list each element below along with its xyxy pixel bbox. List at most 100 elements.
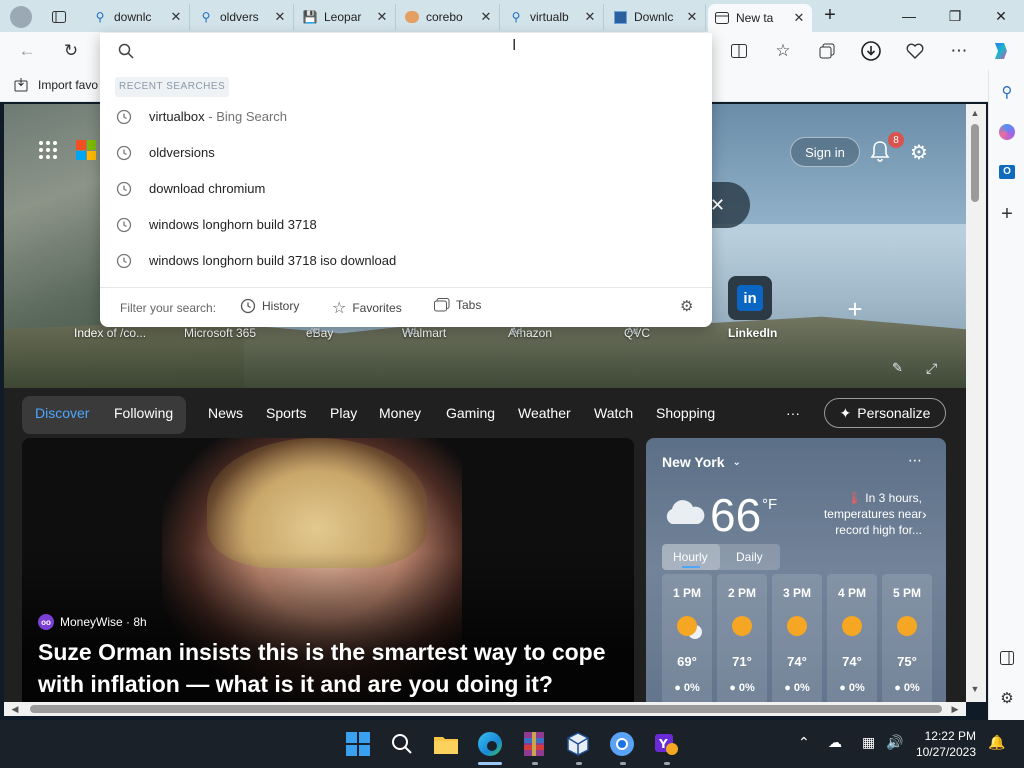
personalize-button[interactable]: ✦ Personalize: [824, 398, 946, 428]
filter-tabs-button[interactable]: Tabs: [434, 298, 481, 312]
search-icon[interactable]: ⚲: [993, 78, 1021, 106]
recent-search-item[interactable]: windows longhorn build 3718: [100, 207, 712, 243]
scroll-down-arrow-icon[interactable]: ▼: [968, 684, 982, 698]
weather-card[interactable]: New York ⌄ ⋯ 66 °F 🌡 In 3 hours, tempera…: [646, 438, 946, 702]
toggle-daily[interactable]: Daily: [736, 550, 763, 564]
edge-browser-icon[interactable]: [474, 728, 506, 760]
close-window-button[interactable]: ✕: [978, 0, 1024, 32]
chrome-icon[interactable]: [606, 728, 638, 760]
copilot-sidebar-icon[interactable]: [993, 118, 1021, 146]
tab-play[interactable]: Play: [330, 405, 357, 421]
recent-search-item[interactable]: windows longhorn build 3718 iso download: [100, 243, 712, 279]
copilot-icon[interactable]: [986, 36, 1016, 66]
taskbar-search-icon[interactable]: [386, 728, 418, 760]
taskbar-clock[interactable]: 12:22 PM 10/27/2023: [906, 728, 976, 760]
recent-search-item[interactable]: virtualbox - Bing Search: [100, 99, 712, 135]
chevron-right-icon[interactable]: ›: [922, 506, 927, 522]
close-icon[interactable]: ✕: [583, 9, 597, 25]
close-icon[interactable]: ✕: [685, 9, 699, 25]
tab-money[interactable]: Money: [379, 405, 421, 421]
forecast-hour[interactable]: 1 PM 69° ● 0%: [662, 574, 712, 702]
linkedin-tile[interactable]: in: [728, 276, 772, 320]
tab-shopping[interactable]: Shopping: [656, 405, 715, 421]
scrollbar-thumb[interactable]: [30, 705, 942, 713]
network-volume-icon[interactable]: 🔊: [886, 734, 903, 751]
tab-news[interactable]: News: [208, 405, 243, 421]
new-tab-button[interactable]: +: [818, 4, 842, 28]
tab-new-tab[interactable]: New ta ✕: [708, 4, 812, 32]
weather-location[interactable]: New York ⌄: [662, 454, 741, 470]
add-shortcut-icon[interactable]: +: [842, 296, 868, 324]
favorites-star-icon[interactable]: ☆: [768, 36, 798, 66]
recent-search-item[interactable]: oldversions: [100, 135, 712, 171]
vertical-scrollbar[interactable]: ▲ ▼: [966, 104, 986, 702]
notification-bell-icon[interactable]: 🔔: [988, 734, 1005, 751]
close-icon[interactable]: ✕: [479, 9, 493, 25]
edit-background-icon[interactable]: ✎: [892, 360, 910, 378]
expand-icon[interactable]: ⤢: [926, 360, 944, 378]
forecast-hour[interactable]: 4 PM 74° ● 0%: [827, 574, 877, 702]
hide-sidebar-icon[interactable]: [993, 644, 1021, 672]
tab-discover[interactable]: Discover: [35, 405, 89, 421]
winrar-icon[interactable]: [518, 728, 550, 760]
scroll-left-arrow-icon[interactable]: ◀: [8, 702, 22, 716]
onedrive-cloud-icon[interactable]: ☁: [828, 734, 842, 751]
horizontal-scrollbar[interactable]: ◀ ▶: [4, 702, 966, 716]
tab-leopard[interactable]: 💾 Leopar ✕: [296, 4, 396, 30]
profile-avatar[interactable]: [10, 6, 32, 28]
tab-downloads-search[interactable]: ⚲ downlc ✕: [86, 4, 190, 30]
address-input[interactable]: [144, 37, 694, 65]
search-settings-gear-icon[interactable]: ⚙: [680, 299, 696, 315]
collections-icon[interactable]: [812, 36, 842, 66]
close-icon[interactable]: ✕: [792, 10, 806, 26]
tab-coreboot[interactable]: corebo ✕: [398, 4, 500, 30]
downloads-icon[interactable]: [856, 36, 886, 66]
weather-more-icon[interactable]: ⋯: [908, 452, 922, 469]
more-tabs-icon[interactable]: ···: [786, 405, 800, 421]
close-icon[interactable]: ✕: [169, 9, 183, 25]
scroll-right-arrow-icon[interactable]: ▶: [948, 702, 962, 716]
tab-following[interactable]: Following: [114, 405, 173, 421]
filter-history-button[interactable]: History: [240, 298, 299, 314]
minimize-button[interactable]: —: [886, 0, 932, 32]
sidebar-settings-gear-icon[interactable]: ⚙: [993, 684, 1021, 712]
page-settings-gear-icon[interactable]: ⚙: [910, 140, 932, 164]
sign-in-button[interactable]: Sign in: [790, 137, 860, 167]
tab-oldversions-search[interactable]: ⚲ oldvers ✕: [192, 4, 294, 30]
forecast-hour[interactable]: 5 PM 75° ● 0%: [882, 574, 932, 702]
add-sidebar-app-icon[interactable]: +: [993, 200, 1021, 228]
tab-download-page[interactable]: Downlc ✕: [606, 4, 706, 30]
hero-article-card[interactable]: oo MoneyWise · 8h Suze Orman insists thi…: [22, 438, 634, 702]
tab-virtualbox-search[interactable]: ⚲ virtualb ✕: [502, 4, 604, 30]
tab-gaming[interactable]: Gaming: [446, 405, 495, 421]
filter-favorites-button[interactable]: ☆ Favorites: [332, 298, 402, 318]
maximize-button[interactable]: ❐: [932, 0, 978, 32]
browser-essentials-icon[interactable]: [900, 36, 930, 66]
scroll-up-arrow-icon[interactable]: ▲: [968, 108, 982, 122]
split-screen-icon[interactable]: [724, 36, 754, 66]
outlook-icon[interactable]: O: [993, 158, 1021, 186]
tab-actions-icon[interactable]: [48, 6, 70, 28]
yahoo-app-icon[interactable]: Y: [650, 728, 682, 760]
import-favorites-button[interactable]: Import favo: [14, 78, 98, 92]
settings-more-icon[interactable]: ⋯: [944, 36, 974, 66]
file-explorer-icon[interactable]: [430, 728, 462, 760]
scrollbar-thumb[interactable]: [971, 124, 979, 202]
weather-alert[interactable]: 🌡 In 3 hours, temperatures near record h…: [810, 490, 922, 538]
forecast-hour[interactable]: 3 PM 74° ● 0%: [772, 574, 822, 702]
virtualbox-icon[interactable]: [562, 728, 594, 760]
forecast-hour[interactable]: 2 PM 71° ● 0%: [717, 574, 767, 702]
toggle-hourly[interactable]: Hourly: [673, 550, 708, 564]
recent-search-item[interactable]: download chromium: [100, 171, 712, 207]
tab-watch[interactable]: Watch: [594, 405, 633, 421]
back-icon[interactable]: ←: [12, 36, 42, 66]
display-icon[interactable]: ▦: [862, 734, 875, 751]
close-icon[interactable]: ✕: [273, 9, 287, 25]
refresh-icon[interactable]: ↻: [56, 36, 86, 66]
start-windows-icon[interactable]: [342, 728, 374, 760]
tab-weather[interactable]: Weather: [518, 405, 571, 421]
app-launcher-icon[interactable]: [38, 140, 58, 160]
tab-sports[interactable]: Sports: [266, 405, 306, 421]
show-hidden-icons-chevron-icon[interactable]: ⌃: [798, 734, 810, 751]
article-headline[interactable]: Suze Orman insists this is the smartest …: [38, 636, 618, 700]
